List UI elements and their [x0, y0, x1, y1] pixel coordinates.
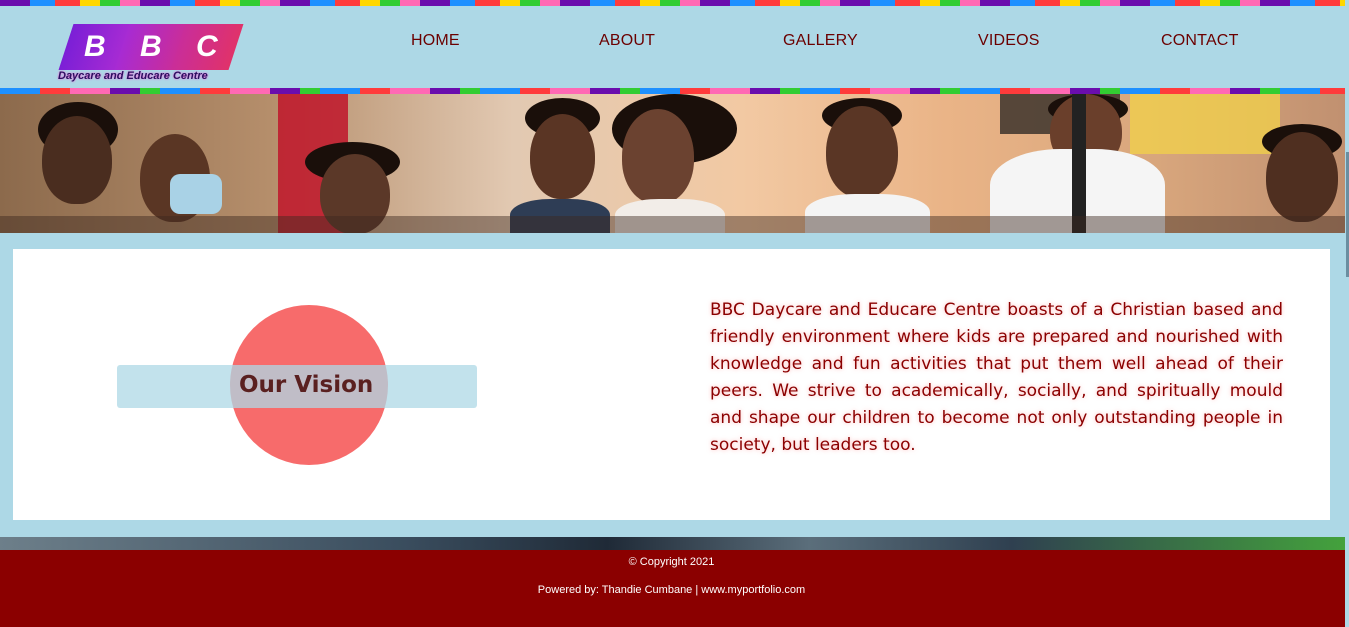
nav-link-about[interactable]: ABOUT	[599, 32, 655, 50]
vision-title: Our Vision	[239, 372, 374, 398]
child-figure	[42, 116, 112, 204]
footer-powered-by: Powered by: Thandie Cumbane | www.myport…	[537, 584, 806, 596]
page-scrollbar[interactable]	[1345, 0, 1349, 627]
site-footer: © Copyright 2021 Powered by: Thandie Cum…	[0, 550, 1349, 627]
decorative-photo-strip	[0, 537, 1349, 550]
face-mask	[170, 174, 222, 214]
microphone-stand	[1072, 94, 1086, 233]
child-figure	[826, 106, 898, 198]
banner-letter-decoration	[1130, 94, 1280, 154]
nav-link-home[interactable]: HOME	[411, 32, 460, 50]
logo-tagline: Daycare and Educare Centre	[58, 70, 208, 82]
child-figure	[530, 114, 595, 199]
footer-copyright: © Copyright 2021	[628, 556, 715, 568]
nav-link-contact[interactable]: CONTACT	[1161, 32, 1239, 50]
nav-link-gallery[interactable]: GALLERY	[783, 32, 858, 50]
nav-link-videos[interactable]: VIDEOS	[978, 32, 1040, 50]
hero-shadow-band	[0, 216, 1349, 233]
vision-description: BBC Daycare and Educare Centre boasts of…	[710, 300, 1283, 455]
child-figure	[1266, 132, 1338, 222]
hero-banner-image	[0, 94, 1349, 233]
main-nav: HOME ABOUT GALLERY VIDEOS CONTACT	[0, 32, 1349, 52]
child-figure	[622, 109, 694, 204]
